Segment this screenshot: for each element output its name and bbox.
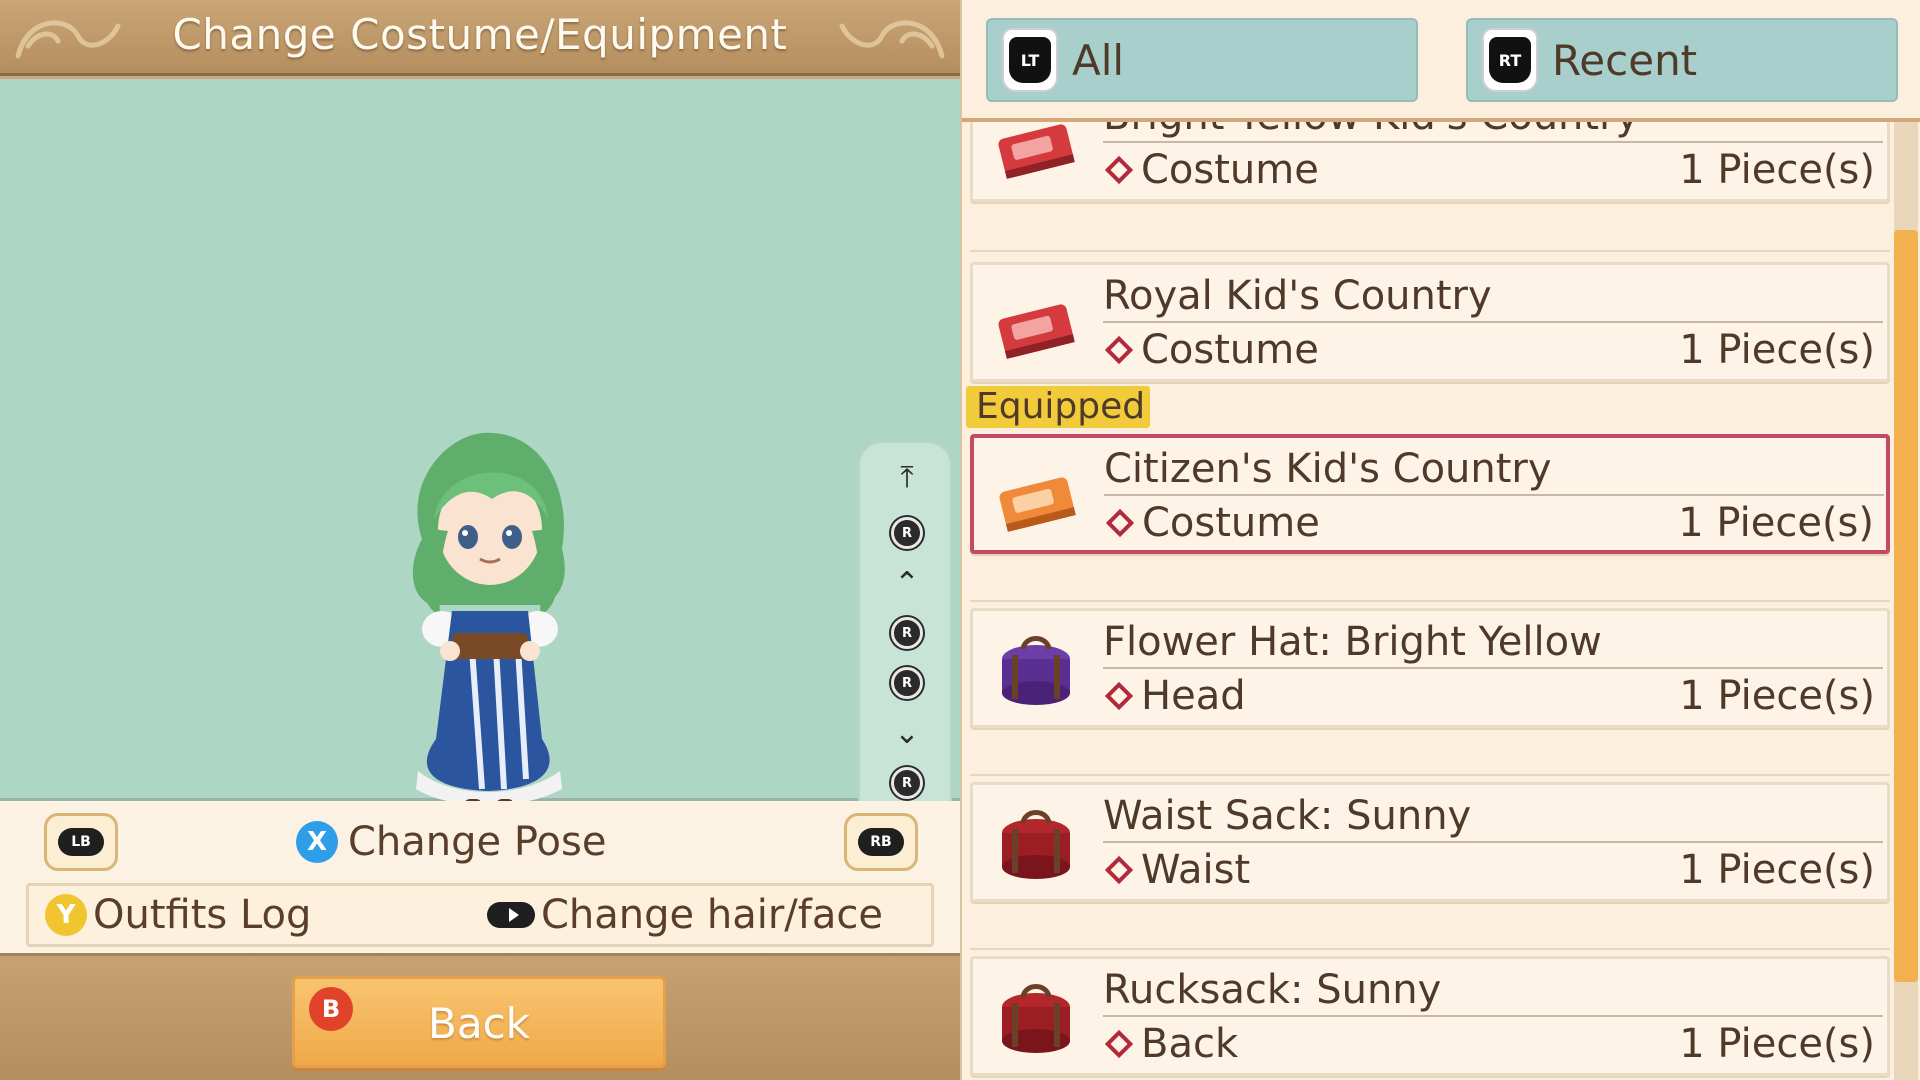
item-name: Flower Hat: Bright Yellow <box>1103 619 1883 669</box>
filter-bar: LT All RT Recent <box>962 0 1920 122</box>
scrollbar-thumb[interactable] <box>1894 230 1918 982</box>
category-diamond-icon <box>1104 1029 1134 1059</box>
controls-panel: LB X Change Pose RB Y Outfits Log Change… <box>0 801 960 953</box>
item-quantity: 1 Piece(s) <box>1679 673 1875 719</box>
item-category: Waist <box>1141 847 1251 893</box>
character-preview[interactable]: ⤒ R ⌃ R R ⌄ R ⤓ <box>0 79 960 871</box>
item-quantity: 1 Piece(s) <box>1679 327 1875 373</box>
item-category: Head <box>1141 673 1246 719</box>
red-suitcase-icon <box>998 124 1075 179</box>
filter-recent-tab[interactable]: RT Recent <box>1466 18 1898 102</box>
inventory-panel: LT All RT Recent Bright Yellow Kid's Cou… <box>960 0 1920 1080</box>
divider <box>970 562 1890 602</box>
back-label: Back <box>428 999 530 1048</box>
page-down-icon: ⌄ <box>894 715 920 751</box>
red-suitcase-icon <box>998 304 1075 359</box>
list-item[interactable]: Waist Sack: Sunny Waist 1 Piece(s) <box>970 782 1890 902</box>
category-diamond-icon <box>1104 855 1134 885</box>
lb-button[interactable]: LB <box>44 813 118 871</box>
item-category: Back <box>1141 1021 1239 1067</box>
item-category: Costume <box>1142 500 1320 546</box>
left-stick-icon <box>487 902 535 928</box>
scroll-top-icon: ⤒ <box>900 459 914 495</box>
change-hair-face-button[interactable]: Change hair/face <box>487 892 883 938</box>
filter-all-label: All <box>1072 35 1125 85</box>
item-quantity: 1 Piece(s) <box>1679 1021 1875 1067</box>
footer-bar: B Back <box>0 953 960 1080</box>
ornament-right-icon <box>839 20 945 59</box>
item-name: Citizen's Kid's Country <box>1104 446 1884 496</box>
stick-down-icon: R <box>860 763 954 803</box>
red-bag-icon <box>1002 984 1070 1053</box>
purple-bag-icon <box>1002 636 1070 705</box>
category-diamond-icon <box>1104 335 1134 365</box>
item-quantity: 1 Piece(s) <box>1678 500 1874 546</box>
stick-right-icon: R <box>860 663 954 703</box>
red-bag-icon <box>1002 810 1070 879</box>
screen: Change Costume/Equipment ⤒ R ⌃ R R ⌄ R L… <box>0 0 1920 1080</box>
back-button[interactable]: B Back <box>292 976 666 1068</box>
category-diamond-icon <box>1105 508 1135 538</box>
divider <box>970 910 1890 950</box>
category-diamond-icon <box>1104 155 1134 185</box>
outfits-log-label: Outfits Log <box>93 892 312 938</box>
y-button-icon: Y <box>45 894 87 936</box>
item-name: Bright Yellow Kid's Country <box>1103 122 1883 143</box>
stick-up-icon: R <box>860 513 954 553</box>
change-pose-button[interactable]: X Change Pose <box>296 817 606 867</box>
list-scrollbar[interactable] <box>1894 122 1918 1080</box>
outfits-log-button[interactable]: Y Outfits Log <box>45 892 311 938</box>
divider <box>970 212 1890 252</box>
item-name: Waist Sack: Sunny <box>1103 793 1883 843</box>
page-title: Change Costume/Equipment <box>172 10 788 59</box>
filter-all-tab[interactable]: LT All <box>986 18 1418 102</box>
item-name: Royal Kid's Country <box>1103 273 1883 323</box>
item-quantity: 1 Piece(s) <box>1679 847 1875 893</box>
item-category: Costume <box>1141 147 1319 193</box>
item-name: Rucksack: Sunny <box>1103 967 1883 1017</box>
rb-button[interactable]: RB <box>844 813 918 871</box>
list-item-equipped[interactable]: Citizen's Kid's Country Costume 1 Piece(… <box>970 434 1890 554</box>
change-pose-label: Change Pose <box>348 819 607 865</box>
item-quantity: 1 Piece(s) <box>1679 147 1875 193</box>
divider <box>970 736 1890 776</box>
equipped-tag: Equipped <box>966 386 1150 428</box>
stick-left-icon: R <box>860 613 954 653</box>
list-item[interactable]: Bright Yellow Kid's Country Costume 1 Pi… <box>970 122 1890 202</box>
list-item[interactable]: Rucksack: Sunny Back 1 Piece(s) <box>970 956 1890 1076</box>
secondary-actions: Y Outfits Log Change hair/face <box>26 883 934 947</box>
lt-button-icon: LT <box>1002 28 1058 92</box>
list-item[interactable]: Flower Hat: Bright Yellow Head 1 Piece(s… <box>970 608 1890 728</box>
list-item[interactable]: Royal Kid's Country Costume 1 Piece(s) <box>970 262 1890 382</box>
orange-suitcase-icon <box>999 477 1076 532</box>
item-list[interactable]: Bright Yellow Kid's Country Costume 1 Pi… <box>962 122 1902 1080</box>
item-category: Costume <box>1141 327 1319 373</box>
category-diamond-icon <box>1104 681 1134 711</box>
title-bar: Change Costume/Equipment <box>0 0 960 76</box>
change-hair-face-label: Change hair/face <box>541 892 883 938</box>
page-up-icon: ⌃ <box>894 565 920 601</box>
character-model[interactable] <box>392 419 582 859</box>
x-button-icon: X <box>296 821 338 863</box>
filter-recent-label: Recent <box>1552 35 1698 85</box>
rt-button-icon: RT <box>1482 28 1538 92</box>
character-panel: Change Costume/Equipment ⤒ R ⌃ R R ⌄ R L… <box>0 0 960 1080</box>
